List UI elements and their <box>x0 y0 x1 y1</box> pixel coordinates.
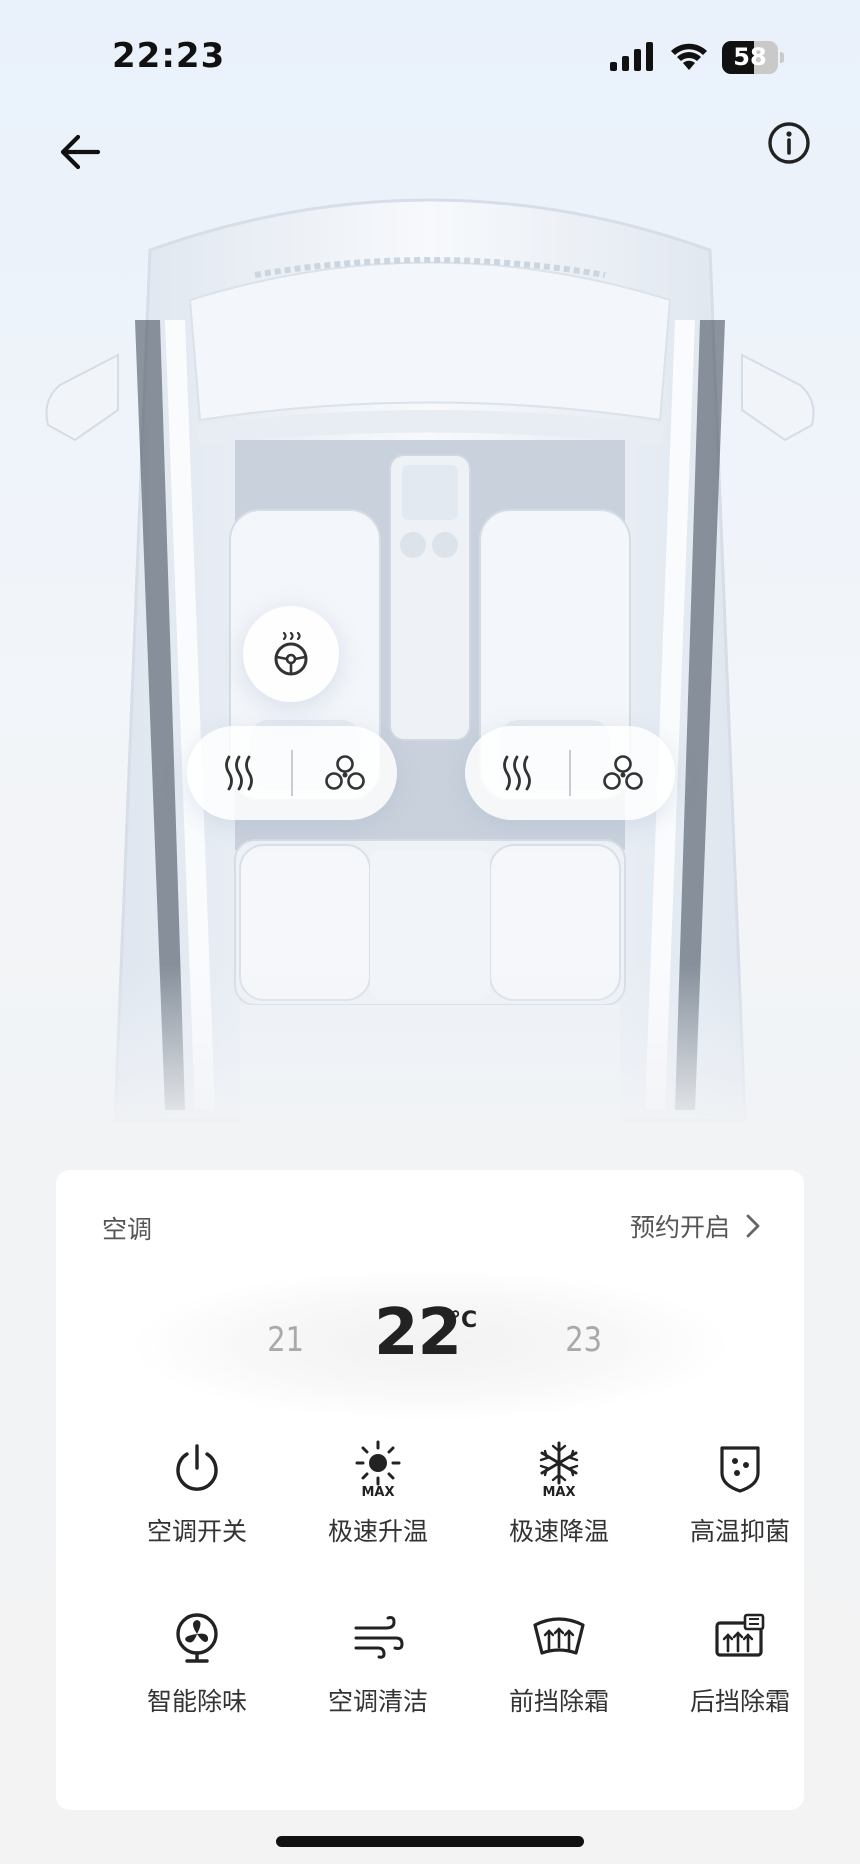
wifi-icon <box>671 43 707 70</box>
passenger-seat-controls <box>465 726 675 820</box>
seat-heat-icon <box>503 755 531 791</box>
passenger-seat-heat-button[interactable] <box>465 726 569 820</box>
svg-text:MAX: MAX <box>361 1485 394 1497</box>
car-illustration <box>0 160 860 1140</box>
function-label: 高温抑菌 <box>689 1517 790 1546</box>
seat-heat-icon <box>225 755 253 791</box>
temperature-current[interactable]: 22 <box>374 1296 462 1370</box>
battery-level: 58 <box>733 43 767 71</box>
ac-control-card: 空调 预约开启 21 22 °C 23 空调开关 MAX 极速升温 MAX 极速… <box>56 1170 804 1810</box>
schedule-start-link[interactable]: 预约开启 <box>630 1206 762 1246</box>
ac-power-button[interactable]: 空调开关 <box>107 1438 287 1568</box>
rear-defrost-button[interactable]: 后挡除霜 <box>650 1608 830 1738</box>
status-time: 22:23 <box>112 36 226 76</box>
sun-max-icon: MAX <box>355 1440 401 1497</box>
chevron-right-icon <box>746 1214 760 1238</box>
driver-seat-heat-button[interactable] <box>187 726 291 820</box>
ac-clean-button[interactable]: 空调清洁 <box>288 1608 468 1738</box>
shield-sterilize-icon <box>720 1446 760 1493</box>
function-label: 前挡除霜 <box>508 1687 609 1716</box>
front-defrost-button[interactable]: 前挡除霜 <box>469 1608 649 1738</box>
snowflake-max-icon: MAX <box>539 1441 579 1497</box>
steering-wheel-heat-button[interactable] <box>243 606 339 702</box>
battery-indicator: 58 <box>722 41 784 74</box>
temperature-unit: °C <box>450 1308 478 1333</box>
passenger-seat-ventilation-button[interactable] <box>571 726 675 820</box>
rear-defrost-icon <box>715 1613 765 1657</box>
sterilize-button[interactable]: 高温抑菌 <box>650 1438 830 1568</box>
status-bar: 22:23 58 <box>0 0 860 110</box>
function-label: 空调开关 <box>146 1517 247 1546</box>
wind-clean-icon <box>354 1616 404 1659</box>
temperature-lower-option[interactable]: 21 <box>267 1320 304 1360</box>
function-label: 极速降温 <box>508 1517 609 1546</box>
ac-card-title: 空调 <box>102 1215 153 1244</box>
fan-deodorize-icon <box>176 1613 218 1663</box>
function-label: 极速升温 <box>327 1517 428 1546</box>
front-defrost-icon <box>533 1617 585 1655</box>
car-top-view <box>0 160 860 1140</box>
seat-ventilation-fan-icon <box>603 755 643 790</box>
deodorize-button[interactable]: 智能除味 <box>107 1608 287 1738</box>
rapid-heat-button[interactable]: MAX 极速升温 <box>288 1438 468 1568</box>
home-indicator[interactable] <box>276 1836 584 1847</box>
driver-seat-controls <box>187 726 397 820</box>
steering-wheel-heat-icon <box>274 631 308 676</box>
schedule-start-label: 预约开启 <box>629 1213 730 1242</box>
driver-seat-ventilation-button[interactable] <box>293 726 397 820</box>
function-label: 智能除味 <box>146 1687 247 1716</box>
rapid-cool-button[interactable]: MAX 极速降温 <box>469 1438 649 1568</box>
power-icon <box>176 1444 218 1491</box>
seat-ventilation-fan-icon <box>325 755 365 790</box>
svg-text:MAX: MAX <box>542 1485 575 1497</box>
cellular-signal-icon <box>610 42 653 71</box>
function-label: 空调清洁 <box>327 1687 428 1716</box>
temperature-higher-option[interactable]: 23 <box>565 1320 602 1360</box>
function-label: 后挡除霜 <box>689 1687 790 1716</box>
